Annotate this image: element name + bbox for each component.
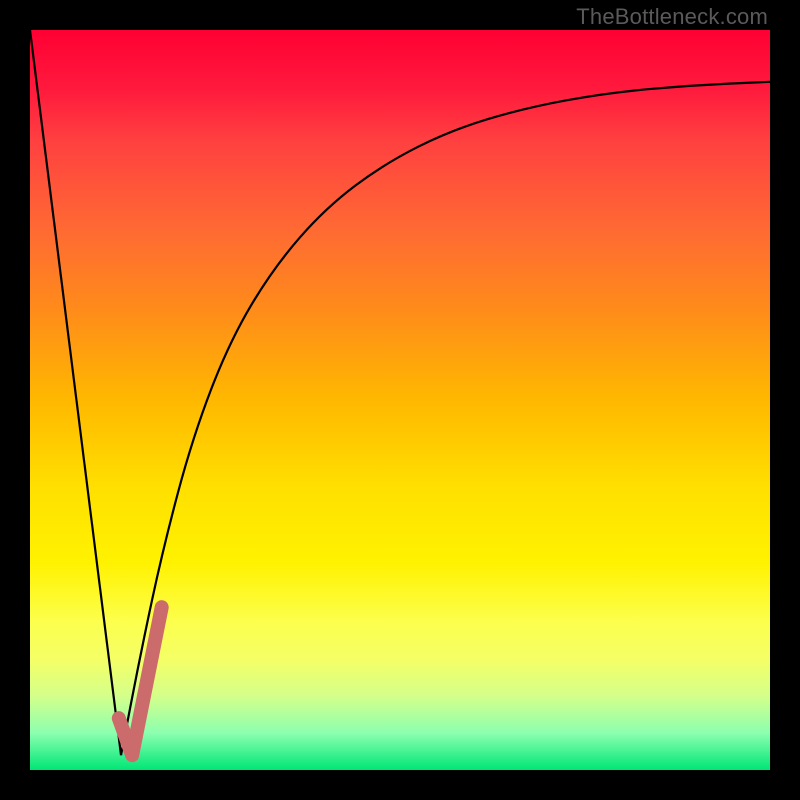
watermark-text: TheBottleneck.com <box>576 4 768 30</box>
chart-frame: TheBottleneck.com <box>0 0 800 800</box>
plot-area <box>30 30 770 770</box>
right-curve-path <box>121 82 770 755</box>
tick-mark-path <box>119 607 162 755</box>
chart-svg <box>30 30 770 770</box>
left-line-path <box>30 30 121 755</box>
